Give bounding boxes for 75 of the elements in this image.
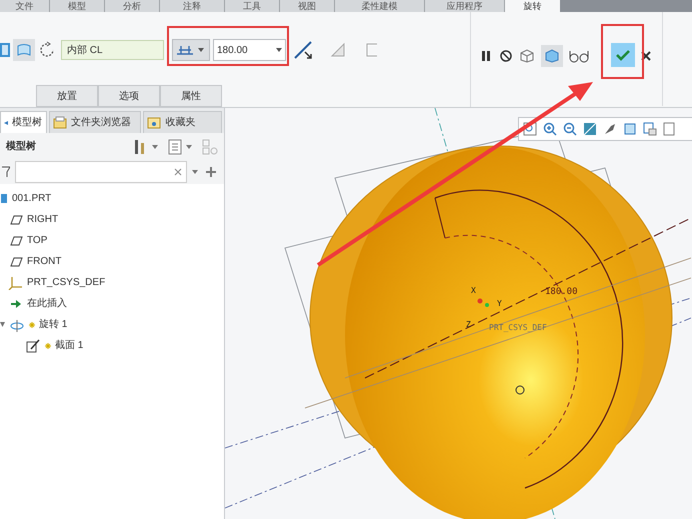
tree-item[interactable]: 001.PRT — [12, 191, 52, 206]
menu-tab[interactable]: 注释 — [160, 0, 225, 12]
dimension-label: 180.00 — [545, 287, 578, 297]
sketch-icon — [25, 338, 41, 352]
angle-mode-dropdown[interactable] — [172, 39, 210, 61]
zoom-fit-icon[interactable] — [523, 122, 537, 136]
checkmark-icon — [615, 49, 631, 61]
tree-item[interactable]: TOP — [27, 233, 48, 248]
flip-direction-icon[interactable] — [292, 39, 314, 61]
folder-icon — [53, 116, 68, 130]
menu-tab[interactable]: 视图 — [280, 0, 335, 12]
plane-icon — [8, 212, 23, 226]
glasses-icon[interactable] — [569, 49, 589, 63]
axis-label: Y — [497, 299, 502, 308]
zoom-out-icon[interactable] — [563, 122, 577, 136]
caret-icon[interactable] — [152, 144, 158, 148]
menu-tab[interactable]: 旋转 — [505, 0, 560, 12]
expand-icon[interactable] — [0, 322, 5, 327]
axis-field[interactable]: 内部 CL — [61, 40, 164, 60]
close-icon[interactable] — [641, 51, 651, 61]
tree-item[interactable]: PRT_CSYS_DEF — [27, 275, 106, 290]
view-manager-icon[interactable] — [643, 122, 657, 136]
revolve-icon — [9, 318, 25, 332]
panel-tab[interactable]: 属性 — [160, 85, 222, 107]
tree-item[interactable]: 在此插入 — [27, 296, 67, 311]
solid-icon[interactable] — [0, 43, 10, 57]
no-entry-icon[interactable] — [499, 49, 513, 63]
display-style-icon[interactable] — [603, 122, 617, 136]
plane-icon — [8, 254, 23, 268]
panel-tab[interactable]: 收藏夹 — [143, 111, 222, 133]
panel-tab[interactable]: 放置 — [36, 85, 98, 107]
caret-icon[interactable] — [192, 170, 198, 174]
part-icon — [0, 192, 8, 206]
angle-field[interactable]: 180.00 — [213, 39, 286, 61]
panel-tab[interactable]: 文件夹浏览器 — [49, 111, 142, 133]
favorites-icon — [147, 116, 162, 130]
highlight-frame — [601, 24, 644, 79]
list-icon[interactable] — [168, 138, 182, 154]
menu-tab[interactable]: 工具 — [225, 0, 280, 12]
tree-item[interactable]: RIGHT — [27, 212, 58, 227]
menu-tab[interactable]: 应用程序 — [425, 0, 505, 12]
tree-item[interactable]: 截面 1 — [55, 338, 84, 353]
axis-label: X — [471, 286, 476, 295]
caret-icon — [198, 48, 204, 52]
rotate-icon[interactable] — [38, 41, 56, 59]
repaint-icon[interactable] — [583, 122, 597, 136]
menu-tab[interactable]: 模型 — [50, 0, 105, 12]
search-field[interactable] — [15, 161, 187, 183]
shaded-preview-icon[interactable] — [541, 45, 563, 67]
panel-tab[interactable]: 模型树 — [0, 111, 48, 133]
tree-icon — [4, 120, 8, 124]
menu-tab[interactable]: 分析 — [105, 0, 160, 12]
plane-icon — [8, 234, 23, 248]
dimension-icon — [176, 43, 194, 57]
add-icon[interactable] — [206, 167, 216, 177]
box-preview-icon[interactable] — [519, 49, 535, 63]
confirm-button[interactable] — [611, 43, 635, 67]
panel-tab[interactable]: 选项 — [98, 85, 160, 107]
tree-item[interactable]: FRONT — [27, 254, 62, 269]
filter-icon[interactable] — [2, 166, 10, 178]
zoom-in-icon[interactable] — [543, 122, 557, 136]
thicken-icon[interactable] — [364, 42, 380, 58]
caret-icon[interactable] — [186, 144, 192, 148]
remove-material-icon[interactable] — [329, 41, 347, 59]
saved-views-icon[interactable] — [623, 122, 637, 136]
datum-display-icon[interactable] — [663, 122, 675, 136]
clear-icon[interactable] — [174, 168, 182, 176]
pause-icon[interactable] — [479, 49, 493, 63]
coordinate-system-icon — [8, 276, 23, 290]
caret-icon — [276, 48, 282, 52]
axis-label: Z — [466, 320, 471, 329]
menu-tab[interactable]: 柔性建模 — [335, 0, 425, 12]
panel-title: 模型树 — [6, 140, 36, 154]
menu-tab[interactable]: 文件 — [0, 0, 50, 12]
tree-item[interactable]: 旋转 1 — [39, 317, 68, 332]
